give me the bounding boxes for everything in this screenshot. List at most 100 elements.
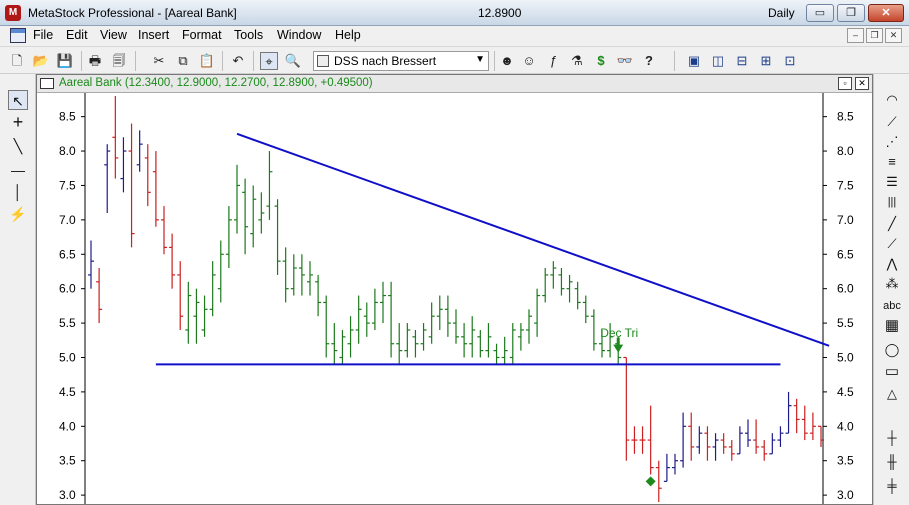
y-tick-label-right: 7.5 — [837, 178, 854, 192]
help-pointer-icon[interactable]: ? — [640, 52, 658, 70]
mdi-restore-button[interactable]: ❐ — [866, 28, 883, 43]
tile-vertical-icon[interactable]: ◫ — [709, 52, 727, 70]
metastock-logo-icon[interactable]: M — [5, 5, 21, 21]
binoculars-icon[interactable]: 👓 — [616, 52, 634, 70]
y-tick-label-left: 8.5 — [59, 110, 76, 124]
chart-title: Aareal Bank (12.3400, 12.9000, 12.2700, … — [59, 77, 373, 89]
y-tick-label-right: 8.0 — [837, 144, 854, 158]
y-tick-label-left: 7.0 — [59, 213, 76, 227]
explorer-icon[interactable]: ☺ — [520, 52, 538, 70]
y-tick-label-right: 6.5 — [837, 247, 854, 261]
y-tick-label-left: 3.0 — [59, 488, 76, 502]
system-tester-icon[interactable]: ⚗ — [568, 52, 586, 70]
horizontal-line-tool-icon[interactable]: — — [8, 160, 28, 180]
menu-file[interactable]: File — [33, 28, 53, 42]
undo-icon[interactable]: ↶ — [229, 52, 247, 70]
menu-format[interactable]: Format — [182, 28, 222, 42]
arc-tool-icon[interactable]: ◠ — [880, 90, 904, 110]
window-close-button[interactable]: ✕ — [868, 4, 904, 22]
cycle-line-tool-icon[interactable]: ⚡ — [8, 204, 28, 224]
menu-edit[interactable]: Edit — [66, 28, 88, 42]
speed-lines-tool-icon[interactable]: ⋰ — [880, 132, 904, 152]
crosshair-tool-icon[interactable]: + — [8, 112, 28, 132]
bars2-tool-icon[interactable]: ╫ — [880, 452, 904, 472]
window-minimize-button[interactable]: ▭ — [806, 4, 834, 22]
dollar-icon[interactable]: $ — [592, 52, 610, 70]
y-tick-label-left: 6.0 — [59, 282, 76, 296]
mdi-minimize-button[interactable]: – — [847, 28, 864, 43]
paste-icon[interactable]: 📋 — [198, 52, 216, 70]
toolbar-separator — [222, 51, 223, 71]
signal-diamond-icon — [645, 476, 656, 487]
andrews-tool-icon[interactable]: ⋀ — [880, 254, 904, 274]
template-select-value: DSS nach Bressert — [334, 54, 437, 68]
triangle-tool-icon[interactable]: △ — [880, 384, 904, 404]
y-tick-label-right: 7.0 — [837, 213, 854, 227]
tile-grid-icon[interactable]: ⊞ — [757, 52, 775, 70]
pointer-tool-icon[interactable]: ↖ — [8, 90, 28, 110]
y-tick-label-right: 3.0 — [837, 488, 854, 502]
right-drawing-toolbar: ◠ ⟋ ⋰ ≡ ☰ ||| ╱ ⟋ ⋀ ⁂ abc ▦ ◯ ▭ △ ┼ ╫ ╪ — [873, 74, 909, 505]
print-icon[interactable]: 🖶 — [86, 52, 104, 70]
time-zones-tool-icon[interactable]: ||| — [880, 192, 904, 212]
retracement-tool-icon[interactable]: ≡ — [880, 152, 904, 172]
grid-tool-icon[interactable]: ▦ — [880, 316, 904, 336]
new-icon[interactable]: 🗋 — [8, 52, 26, 70]
y-tick-label-right: 3.5 — [837, 454, 854, 468]
menu-insert[interactable]: Insert — [138, 28, 169, 42]
y-tick-label-right: 8.5 — [837, 110, 854, 124]
open-icon[interactable]: 📂 — [32, 52, 50, 70]
menu-view[interactable]: View — [100, 28, 127, 42]
mdi-close-button[interactable]: ✕ — [885, 28, 902, 43]
menu-tools[interactable]: Tools — [234, 28, 263, 42]
gann-fan-tool-icon[interactable]: ⟋ — [880, 234, 904, 254]
window-maximize-button[interactable]: ❐ — [837, 4, 865, 22]
y-tick-label-left: 5.0 — [59, 350, 76, 364]
save-icon[interactable]: 💾 — [56, 52, 74, 70]
fib-levels-tool-icon[interactable]: ☰ — [880, 172, 904, 192]
expert-advisor-icon[interactable]: ☻ — [498, 52, 516, 70]
main-toolbar: 🗋 📂 💾 🖶 🗐 ✂ ⧉ 📋 ↶ ⌖ 🔍 DSS nach Bressert … — [0, 46, 909, 74]
template-select[interactable]: DSS nach Bressert ▼ — [313, 51, 489, 71]
y-tick-label-left: 4.0 — [59, 419, 76, 433]
text-tool-icon[interactable]: abc — [880, 296, 904, 316]
trendline-tool-icon[interactable]: ╲ — [8, 136, 28, 156]
line-tool-icon[interactable]: ╱ — [880, 214, 904, 234]
price-chart[interactable]: 3.0 3.0 3.5 3.5 4.0 4.0 4.5 4.5 5.0 5.0 5.5 5.5 6.0 6… — [37, 93, 872, 504]
chart-titlebar: Aareal Bank (12.3400, 12.9000, 12.2700, … — [37, 75, 872, 93]
zoom-icon[interactable]: 🔍 — [284, 52, 302, 70]
menu-bar: File Edit View Insert Format Tools Windo… — [0, 26, 909, 46]
pattern-tool-icon[interactable]: ⁂ — [880, 274, 904, 294]
chart-window-icon[interactable] — [40, 78, 54, 89]
document-menu-icon[interactable] — [10, 28, 26, 43]
bars3-tool-icon[interactable]: ╪ — [880, 476, 904, 496]
y-tick-label-right: 5.5 — [837, 316, 854, 330]
indicator-builder-icon[interactable]: ƒ — [544, 52, 562, 70]
toolbar-separator — [674, 51, 675, 71]
rectangle-tool-icon[interactable]: ▭ — [880, 362, 904, 382]
y-tick-label-left: 7.5 — [59, 178, 76, 192]
bars-tool-icon[interactable]: ┼ — [880, 428, 904, 448]
chart-close-button[interactable]: ✕ — [855, 77, 869, 90]
copy-icon[interactable]: ⧉ — [174, 52, 192, 70]
y-tick-label-right: 4.0 — [837, 419, 854, 433]
print-preview-icon[interactable]: 🗐 — [110, 52, 128, 70]
chart-minimize-button[interactable]: ▫ — [838, 77, 852, 90]
crosshair-icon[interactable]: ⌖ — [260, 52, 278, 70]
fan-tool-icon[interactable]: ⟋ — [880, 112, 904, 132]
tile-horizontal-icon[interactable]: ⊟ — [733, 52, 751, 70]
cascade-icon[interactable]: ▣ — [685, 52, 703, 70]
app-titlebar: M MetaStock Professional - [Aareal Bank]… — [0, 0, 909, 26]
toolbar-separator — [494, 51, 495, 71]
y-tick-label-right: 5.0 — [837, 350, 854, 364]
ellipse-tool-icon[interactable]: ◯ — [880, 340, 904, 360]
vertical-line-tool-icon[interactable]: │ — [8, 182, 28, 202]
periodicity-readout: Daily — [768, 6, 795, 20]
menu-window[interactable]: Window — [277, 28, 321, 42]
menu-help[interactable]: Help — [335, 28, 361, 42]
cut-icon[interactable]: ✂ — [150, 52, 168, 70]
signal-down-arrow-icon — [613, 337, 624, 353]
chevron-down-icon[interactable]: ▼ — [475, 54, 485, 65]
template-icon — [317, 55, 329, 67]
arrange-icon[interactable]: ⊡ — [781, 52, 799, 70]
